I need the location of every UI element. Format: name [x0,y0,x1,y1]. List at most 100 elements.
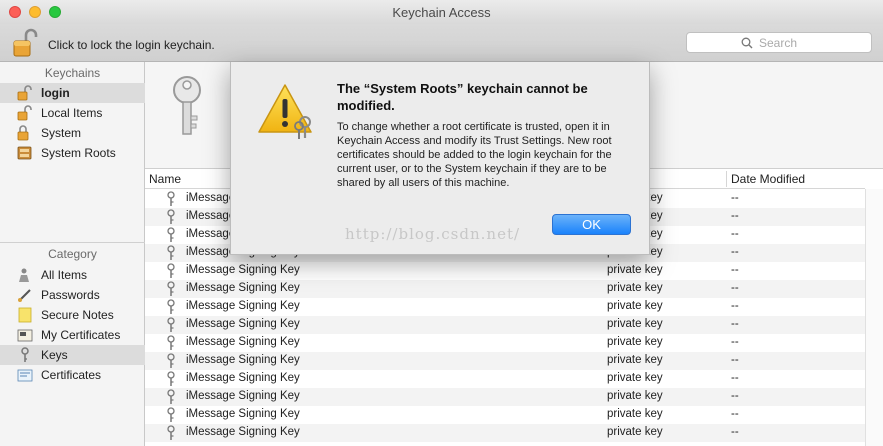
cell-name: iMessage Signing Key [186,426,300,438]
alert-title: The “System Roots” keychain cannot be mo… [337,81,588,113]
column-header-name[interactable]: Name [149,172,181,186]
cell-name: iMessage Signing Key [186,300,300,312]
lock-keychain-hint[interactable]: Click to lock the login keychain. [48,38,215,52]
sidebar-item-login[interactable]: login [0,83,145,103]
table-row[interactable]: iMessage Signing Key private key -- [145,316,865,334]
cell-kind: private key [607,390,663,402]
key-icon [167,191,175,206]
sidebar-item-label: My Certificates [41,328,121,342]
sidebar-item-certificates[interactable]: Certificates [0,365,145,385]
cell-kind: private key [607,408,663,420]
sidebar-item-secure-notes[interactable]: Secure Notes [0,305,145,325]
cell-kind: private key [607,426,663,438]
cell-date-modified: -- [731,282,739,294]
cell-date-modified: -- [731,372,739,384]
watermark: http://blog.csdn.net/ [345,225,521,243]
sidebar-item-label: Local Items [41,106,103,120]
key-icon [167,227,175,242]
note-icon [18,307,32,323]
key-icon [167,281,175,296]
cell-name: iMessage Signing Key [186,264,300,276]
cell-name: iMessage Signing Key [186,354,300,366]
unlocked-padlock-icon[interactable] [12,28,38,58]
unlocked-padlock-icon [17,105,32,121]
cell-kind: private key [607,282,663,294]
cell-kind: private key [607,354,663,366]
sidebar-item-keys[interactable]: Keys [0,345,145,365]
pen-icon [18,289,31,302]
key-icon [167,263,175,278]
sidebar-item-local-items[interactable]: Local Items [0,103,145,123]
key-icon [167,299,175,314]
table-row[interactable]: iMessage Signing Key private key -- [145,280,865,298]
cell-date-modified: -- [731,210,739,222]
sidebar-item-label: System [41,126,82,140]
table-row[interactable]: iMessage Signing Key private key -- [145,406,865,424]
ok-button[interactable]: OK [552,214,631,235]
magnifier-icon [741,37,753,49]
key-icon [167,335,175,350]
table-row[interactable]: iMessage Signing Key private key -- [145,370,865,388]
table-row[interactable]: iMessage Signing Key private key -- [145,388,865,406]
table-row[interactable]: iMessage Signing Key private key -- [145,352,865,370]
sidebar-item-all-items[interactable]: All Items [0,265,145,285]
sidebar: Keychains login Local Items System Syste… [0,62,145,446]
sidebar-item-label: System Roots [41,146,116,160]
keychains-header: Keychains [44,66,101,80]
title-bar: Keychain Access [0,0,883,24]
certificate-icon [17,329,33,342]
alert-message: To change whether a root certificate is … [337,121,612,189]
certificate-icon [17,369,33,382]
cell-name: iMessage Signing Key [186,336,300,348]
cell-name: iMessage Signing Key [186,390,300,402]
search-field[interactable]: Search [686,32,872,53]
cell-kind: private key [607,372,663,384]
key-icon [167,371,175,386]
sidebar-item-system-roots[interactable]: System Roots [0,143,145,163]
cell-date-modified: -- [731,318,739,330]
cell-date-modified: -- [731,228,739,240]
category-header: Category [48,247,97,261]
key-icon [173,76,201,135]
cell-date-modified: -- [731,246,739,258]
key-icon [167,245,175,260]
table-row[interactable]: iMessage Signing Key private key -- [145,298,865,316]
sidebar-item-passwords[interactable]: Passwords [0,285,145,305]
window-title: Keychain Access [392,5,491,20]
cell-name: iMessage Signing Key [186,318,300,330]
cell-date-modified: -- [731,390,739,402]
cell-kind: private key [607,300,663,312]
sidebar-item-my-certificates[interactable]: My Certificates [0,325,145,345]
table-row[interactable]: iMessage Signing Key private key -- [145,262,865,280]
scrollbar-track[interactable] [865,189,883,446]
cell-date-modified: -- [731,264,739,276]
column-separator[interactable] [726,171,727,187]
cell-name: iMessage Signing Key [186,282,300,294]
key-icon [167,425,175,440]
cell-name: iMessage Signing Key [186,408,300,420]
unlocked-padlock-icon [17,85,32,101]
key-icon [167,389,175,404]
sidebar-item-label: All Items [41,268,88,282]
key-icon [167,209,175,224]
sidebar-divider[interactable] [0,242,145,243]
search-placeholder: Search [759,36,798,50]
table-row[interactable]: iMessage Signing Key private key -- [145,424,865,442]
cell-name: iMessage Signing Key [186,372,300,384]
cell-date-modified: -- [731,426,739,438]
sidebar-item-system[interactable]: System [0,123,145,143]
sidebar-item-label: Keys [41,348,68,362]
cell-kind: private key [607,336,663,348]
warning-icon [258,84,312,139]
cell-date-modified: -- [731,336,739,348]
key-icon [167,353,175,368]
key-icon [21,347,29,362]
key-icon [167,407,175,422]
cell-kind: private key [607,318,663,330]
locked-padlock-icon [17,125,29,141]
cabinet-icon [17,146,32,160]
cell-kind: private key [607,264,663,276]
table-row[interactable]: iMessage Signing Key private key -- [145,334,865,352]
cell-date-modified: -- [731,300,739,312]
column-header-date-modified[interactable]: Date Modified [731,172,805,186]
